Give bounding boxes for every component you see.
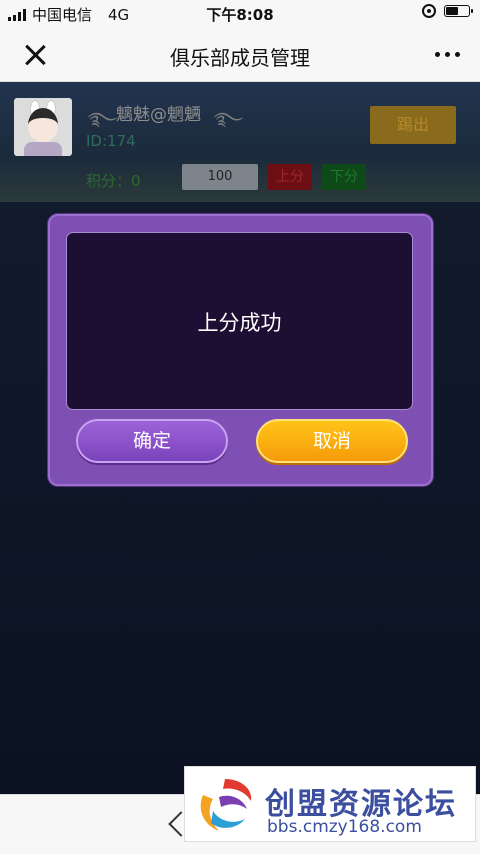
page-title: 俱乐部成员管理 (170, 46, 310, 70)
nav-bar: 俱乐部成员管理 (0, 26, 480, 82)
score-amount-input[interactable]: 100 (182, 164, 258, 190)
avatar-face (28, 108, 58, 142)
member-score: 积分：0 (86, 172, 141, 190)
cancel-button[interactable]: 取消 (256, 419, 408, 463)
avatar-body (24, 142, 62, 156)
member-id: ID:174 (86, 132, 136, 150)
add-score-button[interactable]: 上分 (268, 164, 312, 190)
watermark-logo-icon (200, 779, 252, 831)
status-right (422, 4, 473, 18)
watermark-url: bbs.cmzy168.com (267, 817, 422, 837)
kick-button[interactable]: 踢出 (370, 106, 456, 144)
battery-icon (444, 5, 473, 17)
avatar (14, 98, 72, 156)
dialog-message-panel: 上分成功 (66, 232, 413, 410)
status-time: 下午8:08 (206, 6, 274, 24)
rotation-lock-icon (422, 4, 436, 18)
name-decoration-right-icon: ࿐ (214, 109, 244, 130)
watermark: 创盟资源论坛 bbs.cmzy168.com (184, 766, 476, 842)
battery-level (446, 7, 459, 15)
subtract-score-button[interactable]: 下分 (322, 164, 366, 190)
member-row: ࿐ 魑魅@魍魉 ࿐ ID:174 踢出 积分：0 100 上分 下分 (0, 82, 480, 202)
more-icon[interactable] (435, 52, 460, 57)
dialog-message: 上分成功 (197, 311, 282, 335)
result-dialog: 上分成功 确定 取消 (48, 214, 433, 486)
member-name: 魑魅@魍魉 (116, 105, 201, 125)
club-member-list: ࿐ 魑魅@魍魉 ࿐ ID:174 踢出 积分：0 100 上分 下分 上分成功 … (0, 82, 480, 794)
confirm-button[interactable]: 确定 (76, 419, 228, 463)
status-bar: 中国电信 4G 下午8:08 (0, 0, 480, 26)
